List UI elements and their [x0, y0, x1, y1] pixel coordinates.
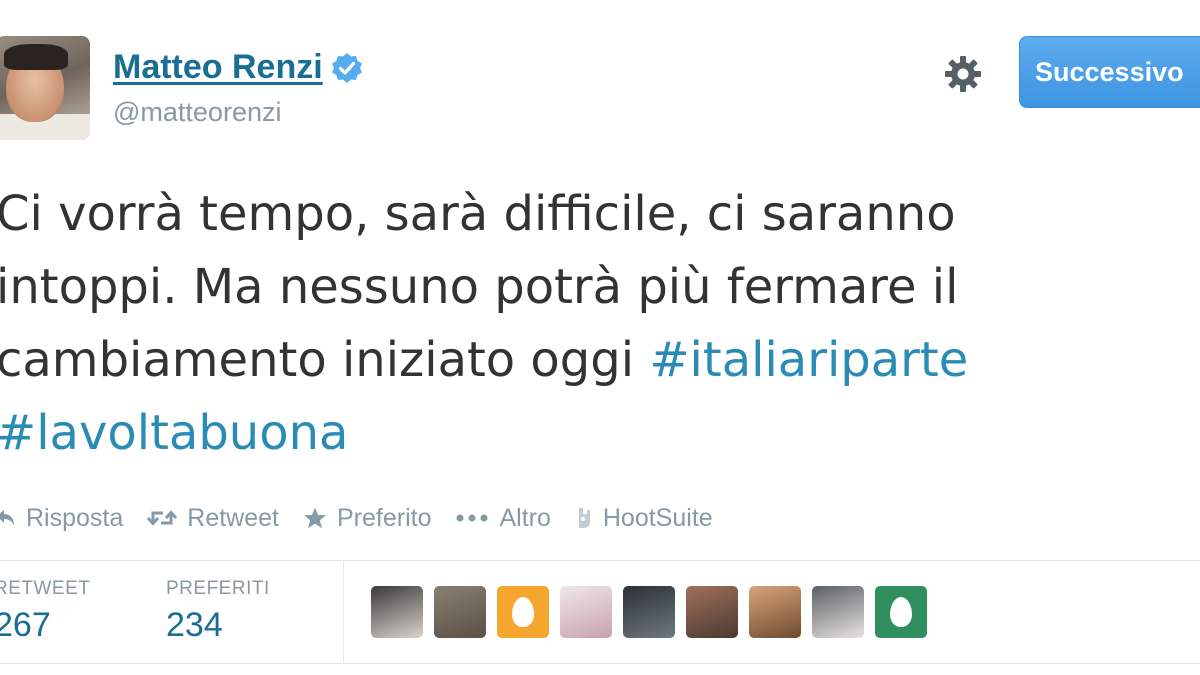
retweet-action[interactable]: Retweet	[147, 504, 279, 533]
reply-icon	[0, 510, 14, 525]
favorites-stat-label: PREFERITI	[166, 578, 270, 599]
user-handle[interactable]: @matteorenzi	[113, 97, 281, 128]
retweet-label: Retweet	[187, 503, 279, 532]
user-avatar[interactable]	[434, 586, 486, 638]
retweet-count[interactable]: 267	[0, 606, 90, 645]
tweet-line: #lavoltabuona	[0, 397, 1196, 470]
egg-avatar[interactable]	[875, 586, 927, 638]
divider	[0, 663, 1200, 664]
star-icon	[303, 507, 326, 529]
favoriters-avatars	[371, 586, 938, 638]
user-avatar[interactable]	[686, 586, 738, 638]
display-name[interactable]: Matteo Renzi	[113, 48, 323, 87]
egg-avatar[interactable]	[497, 586, 549, 638]
divider	[0, 560, 1200, 561]
egg-icon	[890, 597, 912, 627]
more-label: Altro	[499, 503, 551, 532]
gear-icon[interactable]	[941, 52, 985, 96]
hootsuite-label: HootSuite	[602, 503, 713, 532]
retweet-stat-label: RETWEET	[0, 578, 91, 599]
user-avatar[interactable]	[623, 586, 675, 638]
hashtag-link[interactable]: #lavoltabuona	[0, 405, 348, 461]
tweet-line: cambiamento iniziato oggi #italiariparte	[0, 324, 1196, 397]
follow-button[interactable]: Successivo	[1019, 36, 1200, 108]
profile-avatar[interactable]	[0, 36, 90, 140]
tweet-text: Ci vorrà tempo, sarà difficile, ci saran…	[0, 178, 1196, 470]
favorite-label: Preferito	[336, 503, 432, 532]
reply-label: Risposta	[26, 503, 124, 532]
favorite-action[interactable]: Preferito	[303, 504, 431, 533]
user-avatar[interactable]	[812, 586, 864, 638]
retweet-stat[interactable]: RETWEET 267	[0, 578, 90, 645]
user-avatar[interactable]	[560, 586, 612, 638]
tweet-line: intoppi. Ma nessuno potrà più fermare il	[0, 259, 959, 315]
user-avatar[interactable]	[371, 586, 423, 638]
retweet-icon	[147, 510, 178, 526]
egg-icon	[512, 597, 534, 627]
name-row: Matteo Renzi	[113, 48, 363, 87]
tweet-line-text: cambiamento iniziato oggi	[0, 332, 650, 388]
verified-badge-icon	[331, 52, 363, 84]
favorites-stat[interactable]: PREFERITI 234	[166, 578, 270, 645]
stat-divider	[343, 562, 344, 662]
favorites-count[interactable]: 234	[166, 606, 270, 645]
user-avatar[interactable]	[749, 586, 801, 638]
more-dots-icon	[456, 514, 488, 522]
more-action[interactable]: Altro	[455, 503, 551, 533]
hashtag-link[interactable]: #italiariparte	[649, 332, 968, 388]
hootsuite-icon	[578, 508, 590, 528]
hootsuite-action[interactable]: HootSuite	[575, 504, 713, 533]
tweet-line: Ci vorrà tempo, sarà difficile, ci saran…	[0, 186, 956, 242]
reply-action[interactable]: Risposta	[0, 504, 123, 533]
tweet-actions: Risposta Retweet Preferito Altro HootSui…	[0, 500, 737, 536]
